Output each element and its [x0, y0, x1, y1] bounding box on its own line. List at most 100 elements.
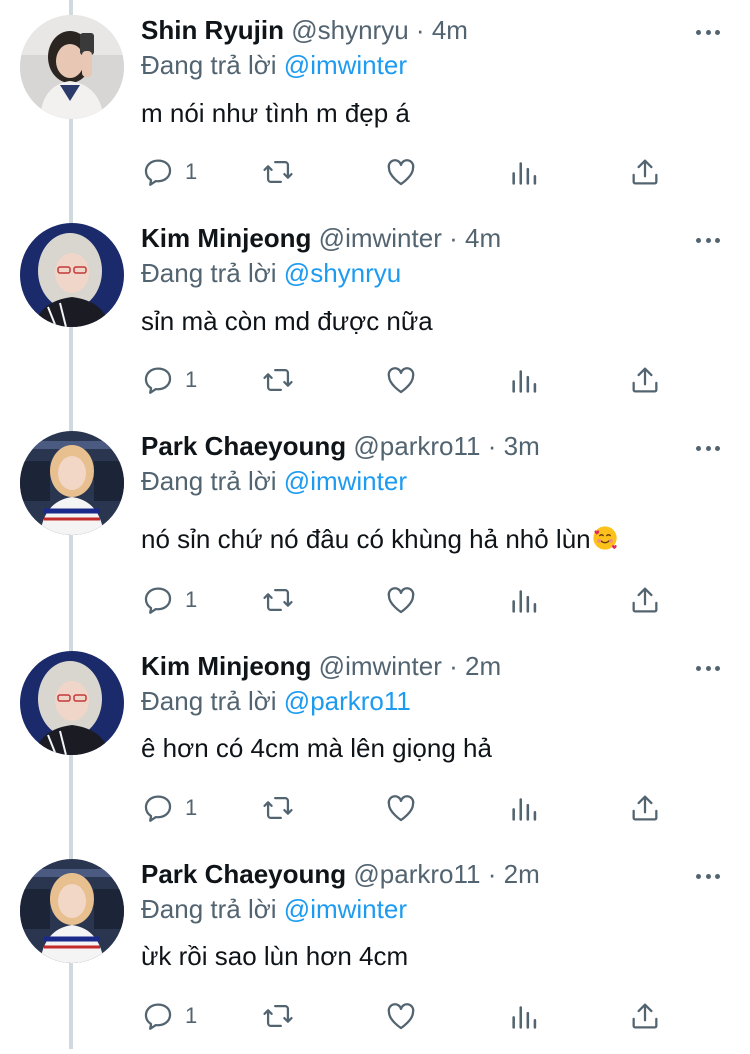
share-icon	[632, 1003, 658, 1029]
reply-count: 1	[185, 367, 198, 392]
heart-icon	[387, 159, 415, 186]
handle[interactable]: @parkro11	[353, 859, 480, 889]
more-options-icon[interactable]	[696, 666, 720, 672]
reply-count: 1	[185, 159, 198, 184]
display-name[interactable]: Park Chaeyoung	[141, 859, 346, 889]
reply-button[interactable]: 1	[141, 996, 197, 1036]
handle[interactable]: @imwinter	[319, 651, 442, 681]
share-icon	[632, 367, 658, 393]
analytics-button[interactable]	[508, 152, 542, 192]
analytics-icon	[512, 798, 537, 821]
tweet[interactable]: Park Chaeyoung @parkro11 · 3m Đang trả l…	[0, 416, 750, 626]
tweet-header: Kim Minjeong @imwinter · 4m	[141, 222, 501, 254]
timestamp[interactable]: 2m	[465, 651, 501, 681]
like-button[interactable]	[384, 360, 418, 400]
share-button[interactable]	[628, 996, 662, 1036]
timestamp[interactable]: 2m	[504, 859, 540, 889]
more-options-icon[interactable]	[696, 874, 720, 880]
avatar-chaeyoung-image	[20, 431, 124, 535]
tweet-actions: 1	[141, 360, 721, 400]
reply-button[interactable]: 1	[141, 580, 197, 620]
reply-count: 1	[185, 587, 198, 612]
like-button[interactable]	[384, 580, 418, 620]
tweet-text: ê hơn có 4cm mà lên giọng hả	[141, 733, 492, 763]
display-name[interactable]: Kim Minjeong	[141, 223, 311, 253]
tweet-header: Shin Ryujin @shynryu · 4m	[141, 14, 468, 46]
avatar[interactable]	[20, 651, 124, 755]
like-button[interactable]	[384, 996, 418, 1036]
handle[interactable]: @shynryu	[291, 15, 408, 45]
share-button[interactable]	[628, 360, 662, 400]
tweet[interactable]: Park Chaeyoung @parkro11 · 2m Đang trả l…	[0, 844, 750, 1054]
timestamp[interactable]: 4m	[465, 223, 501, 253]
timestamp[interactable]: 4m	[432, 15, 468, 45]
tweet[interactable]: Kim Minjeong @imwinter · 2m Đang trả lời…	[0, 636, 750, 846]
handle[interactable]: @parkro11	[353, 431, 480, 461]
analytics-button[interactable]	[508, 360, 542, 400]
avatar[interactable]	[20, 223, 124, 327]
tweet-actions: 1	[141, 996, 721, 1036]
retweet-icon	[263, 368, 293, 392]
replying-to: Đang trả lời @imwinter	[141, 465, 407, 497]
share-button[interactable]	[628, 580, 662, 620]
heart-icon	[387, 1003, 415, 1030]
avatar-chaeyoung-image	[20, 859, 124, 963]
analytics-icon	[512, 590, 537, 613]
retweet-button[interactable]	[261, 788, 295, 828]
analytics-button[interactable]	[508, 580, 542, 620]
more-options-icon[interactable]	[696, 238, 720, 244]
replying-prefix: Đang trả lời	[141, 50, 277, 80]
mention-link[interactable]: @imwinter	[284, 50, 407, 80]
mention-link[interactable]: @parkro11	[284, 686, 411, 716]
retweet-button[interactable]	[261, 580, 295, 620]
avatar-minjeong-image	[20, 223, 124, 327]
like-button[interactable]	[384, 152, 418, 192]
replying-to: Đang trả lời @imwinter	[141, 893, 407, 925]
more-options-icon[interactable]	[696, 30, 720, 36]
retweet-button[interactable]	[261, 996, 295, 1036]
reply-count: 1	[185, 795, 198, 820]
tweet[interactable]: Shin Ryujin @shynryu · 4m Đang trả lời @…	[0, 0, 750, 210]
avatar[interactable]	[20, 859, 124, 963]
more-options-icon[interactable]	[696, 446, 720, 452]
tweet-header: Park Chaeyoung @parkro11 · 2m	[141, 858, 540, 890]
replying-prefix: Đang trả lời	[141, 466, 277, 496]
analytics-icon	[512, 370, 537, 393]
reply-button[interactable]: 1	[141, 360, 197, 400]
tweet-text: nó sỉn chứ nó đâu có khùng hả nhỏ lùn	[141, 524, 591, 554]
display-name[interactable]: Park Chaeyoung	[141, 431, 346, 461]
reply-button[interactable]: 1	[141, 152, 197, 192]
tweet-text: ừk rồi sao lùn hơn 4cm	[141, 941, 409, 971]
avatar-ryujin-image	[20, 15, 124, 119]
reply-icon	[144, 159, 172, 186]
mention-link[interactable]: @imwinter	[284, 466, 407, 496]
reply-icon	[144, 1003, 172, 1030]
separator: ·	[415, 15, 425, 45]
mention-link[interactable]: @shynryu	[284, 258, 401, 288]
display-name[interactable]: Shin Ryujin	[141, 15, 284, 45]
retweet-icon	[263, 588, 293, 612]
mention-link[interactable]: @imwinter	[284, 894, 407, 924]
analytics-button[interactable]	[508, 996, 542, 1036]
avatar[interactable]	[20, 15, 124, 119]
analytics-button[interactable]	[508, 788, 542, 828]
replying-to: Đang trả lời @parkro11	[141, 685, 411, 717]
tweet[interactable]: Kim Minjeong @imwinter · 4m Đang trả lời…	[0, 208, 750, 418]
retweet-icon	[263, 796, 293, 820]
tweet-header: Kim Minjeong @imwinter · 2m	[141, 650, 501, 682]
tweet-text: sỉn mà còn md được nữa	[141, 306, 433, 336]
retweet-button[interactable]	[261, 152, 295, 192]
handle[interactable]: @imwinter	[319, 223, 442, 253]
tweet-header: Park Chaeyoung @parkro11 · 3m	[141, 430, 540, 462]
replying-to: Đang trả lời @imwinter	[141, 49, 407, 81]
timestamp[interactable]: 3m	[504, 431, 540, 461]
reply-icon	[144, 795, 172, 822]
display-name[interactable]: Kim Minjeong	[141, 651, 311, 681]
reply-button[interactable]: 1	[141, 788, 197, 828]
avatar[interactable]	[20, 431, 124, 535]
share-button[interactable]	[628, 152, 662, 192]
heart-icon	[387, 587, 415, 614]
like-button[interactable]	[384, 788, 418, 828]
share-button[interactable]	[628, 788, 662, 828]
retweet-button[interactable]	[261, 360, 295, 400]
